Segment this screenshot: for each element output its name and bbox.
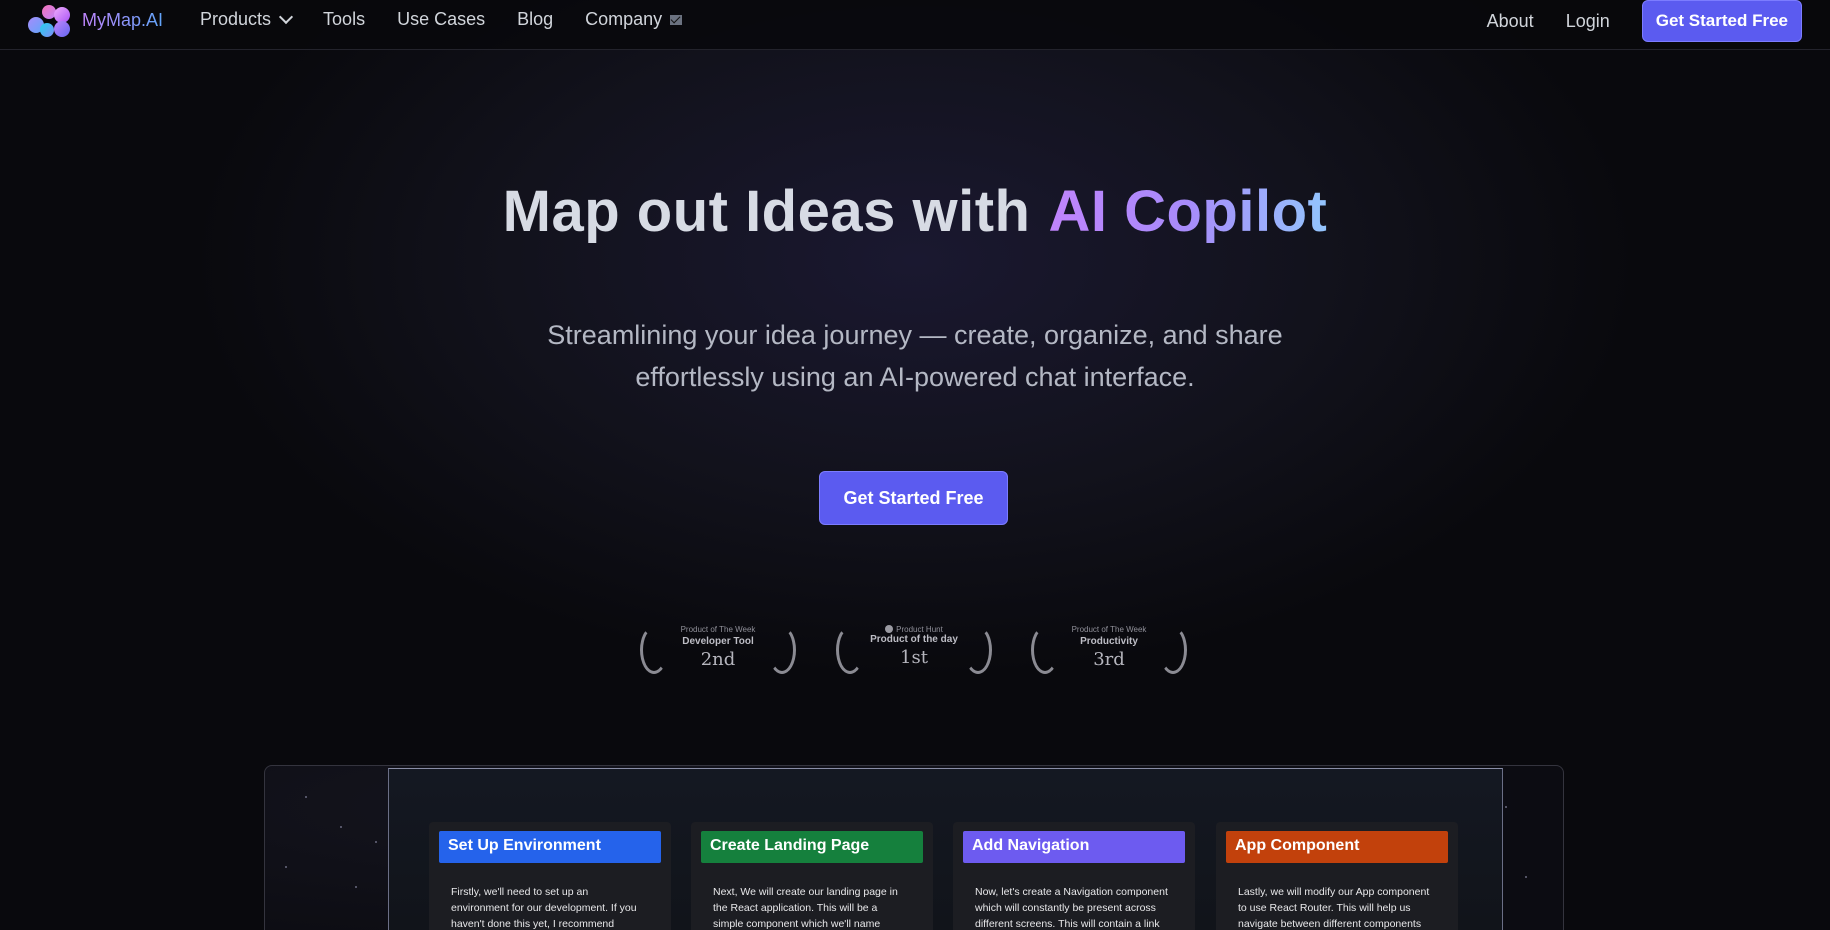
nav-login-label: Login [1565, 10, 1610, 31]
nav-about-label: About [1486, 10, 1534, 31]
mindmap-card-setup[interactable]: Set Up Environment Firstly, we'll need t… [429, 822, 671, 930]
hero-title-plain: Map out Ideas with [502, 179, 1031, 244]
laurel-left-icon [640, 626, 668, 674]
hero-subtitle-line1: Streamlining your idea journey — create,… [547, 320, 1283, 350]
logo-icon [28, 3, 74, 37]
main-nav: Products Tools Use Cases Blog Company [200, 9, 714, 30]
laurel-left-icon [1031, 626, 1059, 674]
nav-login[interactable]: Login [1566, 11, 1610, 32]
nav-right: About Login Get Started Free [1487, 0, 1802, 42]
award-badge-developer-tool[interactable]: Product of The Week Developer Tool 2nd [638, 622, 798, 678]
card-title: Create Landing Page [701, 831, 923, 863]
card-title: App Component [1226, 831, 1448, 863]
card-text: Lastly, we will modify our App component… [1238, 886, 1430, 930]
mindmap-card-app-component[interactable]: App Component Lastly, we will modify our… [1216, 822, 1458, 930]
top-navbar: MyMap.AI Products Tools Use Cases Blog C… [0, 0, 1830, 50]
card-title: Set Up Environment [439, 831, 661, 863]
nav-company[interactable]: Company [585, 9, 683, 30]
laurel-right-icon [964, 626, 992, 674]
hero-subtitle: Streamlining your idea journey — create,… [415, 314, 1415, 398]
nav-products[interactable]: Products [200, 9, 294, 30]
mindmap-card-navigation[interactable]: Add Navigation Now, let's create a Navig… [953, 822, 1195, 930]
nav-blog-label: Blog [517, 9, 554, 29]
card-text: Now, let's create a Navigation component… [975, 886, 1168, 930]
nav-tools-label: Tools [323, 9, 366, 29]
get-started-nav-button[interactable]: Get Started Free [1641, 0, 1802, 42]
hero-title-accent: AI Copilot [1048, 179, 1328, 244]
nav-products-label: Products [200, 9, 272, 29]
mindmap-card-landing-page[interactable]: Create Landing Page Next, We will create… [691, 822, 933, 930]
get-started-hero-button[interactable]: Get Started Free [819, 471, 1008, 525]
nav-blog[interactable]: Blog [517, 9, 553, 30]
award-badge-productivity[interactable]: Product of The Week Productivity 3rd [1029, 622, 1189, 678]
laurel-left-icon [836, 626, 864, 674]
nav-tools[interactable]: Tools [323, 9, 365, 30]
card-text: Next, We will create our landing page in… [713, 886, 898, 930]
mail-icon [670, 14, 683, 25]
nav-use-cases-label: Use Cases [397, 9, 486, 29]
nav-company-label: Company [585, 9, 663, 29]
badge-top-label: Product Hunt [896, 625, 943, 634]
logo[interactable]: MyMap.AI [28, 3, 163, 37]
hero-title: Map out Ideas with AI Copilot [0, 178, 1830, 245]
nav-use-cases[interactable]: Use Cases [397, 9, 485, 30]
card-text: Firstly, we'll need to set up an environm… [451, 886, 637, 930]
laurel-right-icon [1159, 626, 1187, 674]
chevron-down-icon [278, 9, 294, 25]
product-hunt-icon [885, 625, 894, 633]
award-badge-product-of-day[interactable]: Product Hunt Product of the day 1st [834, 622, 994, 678]
laurel-right-icon [768, 626, 796, 674]
hero-subtitle-line2: effortlessly using an AI-powered chat in… [635, 362, 1195, 392]
nav-about[interactable]: About [1487, 11, 1534, 32]
logo-text: MyMap.AI [82, 9, 164, 30]
card-title: Add Navigation [963, 831, 1185, 863]
